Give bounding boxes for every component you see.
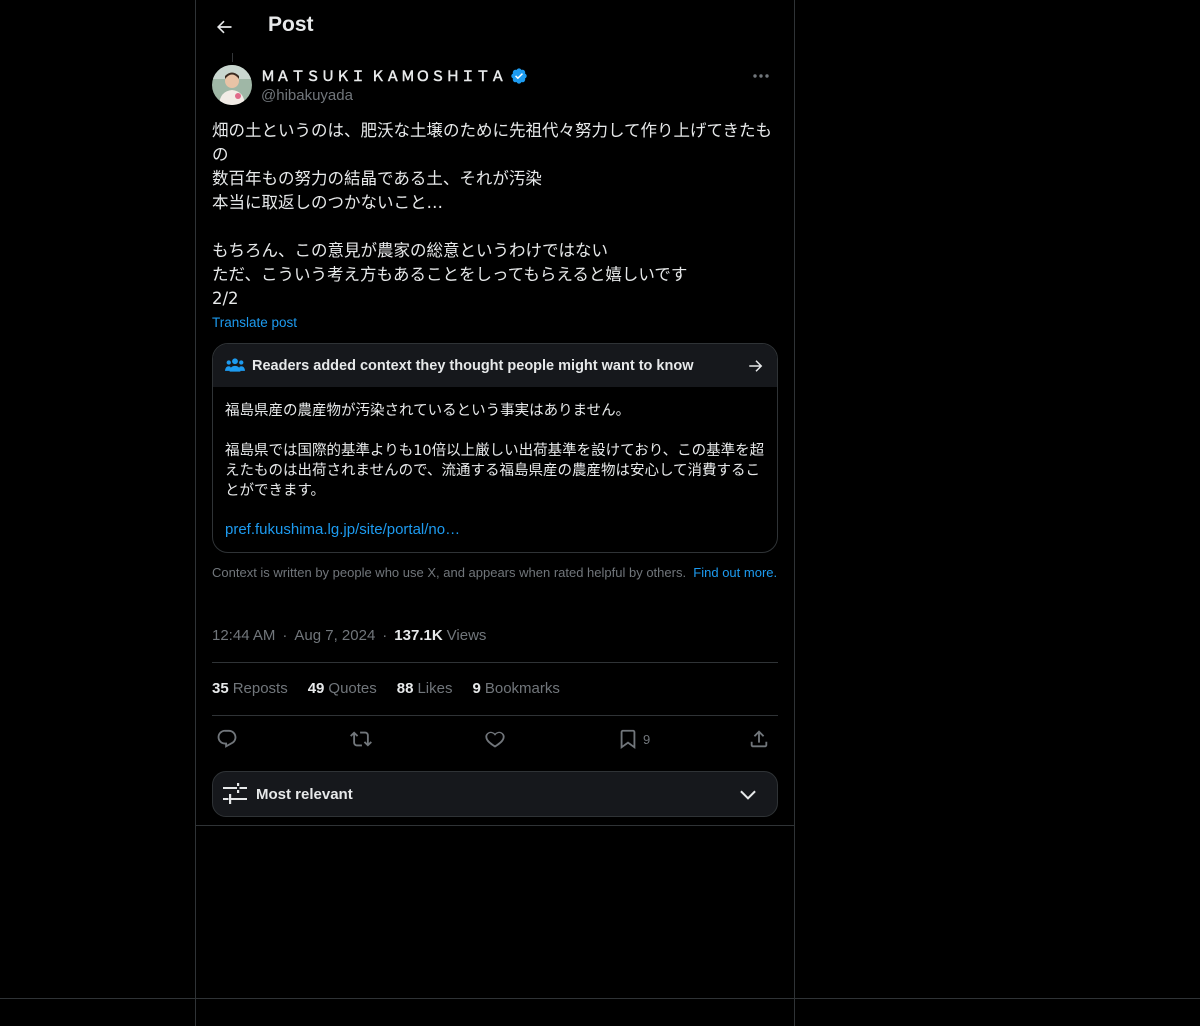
community-note-title: Readers added context they thought peopl… <box>252 358 694 374</box>
note-paragraph: 福島県では国際的基準よりも10倍以上厳しい出荷基準を設けており、この基準を超えた… <box>225 443 765 499</box>
post-text: 畑の土というのは、肥沃な土壌のために先祖代々努力して作り上げてきたもの 数百年も… <box>212 121 773 308</box>
like-icon <box>485 731 505 748</box>
repost-button[interactable] <box>350 727 372 751</box>
post-column: Post ＭＡＴＳＵＫＩ ＫＡＭＯＳＨＩＴＡ @hibakuyada 畑の土とい… <box>195 0 795 1026</box>
chevron-down-icon <box>740 790 756 800</box>
author-row: ＭＡＴＳＵＫＩ ＫＡＭＯＳＨＩＴＡ @hibakuyada <box>212 64 778 108</box>
post-header: Post <box>196 0 794 53</box>
bookmark-count: 9 <box>643 731 651 747</box>
divider <box>212 662 778 663</box>
divider <box>196 825 794 826</box>
likes-stat[interactable]: 88 Likes <box>397 680 453 697</box>
bookmark-icon <box>620 729 636 750</box>
bookmarks-stat[interactable]: 9 Bookmarks <box>473 680 560 697</box>
note-paragraph: 福島県産の農産物が汚染されているという事実はありません。 <box>225 403 631 419</box>
reply-sort-dropdown[interactable]: Most relevant <box>212 771 778 817</box>
share-icon <box>750 730 768 748</box>
back-arrow-icon <box>217 20 232 34</box>
page-title: Post <box>268 13 314 36</box>
separator-dot: · <box>282 627 288 644</box>
community-note-source-link[interactable]: pref.fukushima.lg.jp/site/portal/no… <box>225 521 460 538</box>
post-time[interactable]: 12:44 AM <box>212 627 275 644</box>
more-options-button[interactable] <box>744 64 778 88</box>
action-bar: 9 <box>212 727 778 753</box>
more-dots-icon <box>753 74 769 78</box>
reply-icon <box>217 729 237 748</box>
divider <box>212 715 778 716</box>
divider <box>0 998 1200 999</box>
display-name[interactable]: ＭＡＴＳＵＫＩ ＫＡＭＯＳＨＩＴＡ <box>261 66 506 86</box>
post-meta: 12:44 AM · Aug 7, 2024 · 137.1K Views <box>212 627 486 644</box>
sort-label: Most relevant <box>256 786 353 803</box>
display-name-row[interactable]: ＭＡＴＳＵＫＩ ＫＡＭＯＳＨＩＴＡ <box>261 66 528 86</box>
post-date[interactable]: Aug 7, 2024 <box>294 627 375 644</box>
views-count: 137.1K <box>394 627 443 644</box>
context-footer-text: Context is written by people who use X, … <box>212 565 687 580</box>
quotes-stat[interactable]: 49 Quotes <box>308 680 377 697</box>
back-button[interactable] <box>210 13 238 41</box>
share-button[interactable] <box>748 727 770 751</box>
community-note-body: 福島県産の農産物が汚染されているという事実はありません。 福島県では国際的基準よ… <box>225 401 767 521</box>
arrow-right-icon <box>749 360 763 372</box>
find-out-more-link[interactable]: Find out more. <box>693 565 777 580</box>
community-note-card: Readers added context they thought peopl… <box>212 343 778 553</box>
community-note-header[interactable]: Readers added context they thought peopl… <box>213 344 777 387</box>
views-label: Views <box>446 627 487 644</box>
sliders-icon <box>223 783 247 804</box>
author-names: ＭＡＴＳＵＫＩ ＫＡＭＯＳＨＩＴＡ @hibakuyada <box>261 66 528 104</box>
repost-icon <box>350 731 372 747</box>
engagement-stats: 35 Reposts 49 Quotes 88 Likes 9 Bookmarks <box>212 680 580 697</box>
verified-badge-icon <box>511 68 527 84</box>
context-footer: Context is written by people who use X, … <box>212 565 778 581</box>
separator-dot: · <box>382 627 388 644</box>
thread-connector <box>232 53 233 62</box>
avatar[interactable] <box>212 65 252 105</box>
author-handle[interactable]: @hibakuyada <box>261 87 528 104</box>
translate-post-link[interactable]: Translate post <box>212 315 297 330</box>
people-icon <box>225 358 245 372</box>
bookmark-button[interactable]: 9 <box>617 727 650 751</box>
reposts-stat[interactable]: 35 Reposts <box>212 680 288 697</box>
like-button[interactable] <box>484 727 506 751</box>
reply-button[interactable] <box>216 727 238 751</box>
